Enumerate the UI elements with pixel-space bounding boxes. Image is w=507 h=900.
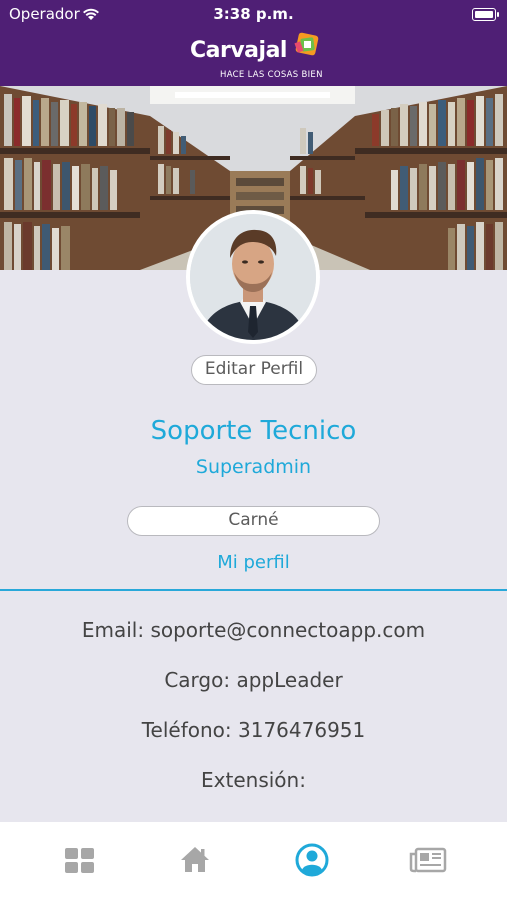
profile-role: Superadmin <box>195 456 312 478</box>
battery-icon <box>472 8 499 21</box>
edit-profile-button[interactable]: Editar Perfil <box>191 355 317 385</box>
profile-name: Soporte Tecnico <box>150 416 357 446</box>
grid-icon[interactable] <box>60 840 100 880</box>
news-icon[interactable] <box>408 840 448 880</box>
logo-tagline: HACE LAS COSAS BIEN <box>220 70 323 80</box>
cargo-text: Cargo: appLeader <box>164 668 343 692</box>
profile-icon[interactable] <box>292 840 332 880</box>
carne-button[interactable]: Carné <box>127 506 380 536</box>
bottom-tab-bar <box>0 822 507 900</box>
home-icon[interactable] <box>175 840 215 880</box>
section-divider <box>0 589 507 591</box>
app-header: Operador 3:38 p.m. Carvajal HACE LAS COS… <box>0 0 507 86</box>
extension-text: Extensión: <box>201 768 306 792</box>
my-profile-link[interactable]: Mi perfil <box>0 552 507 573</box>
status-time: 3:38 p.m. <box>213 5 294 23</box>
telefono-text: Teléfono: 3176476951 <box>141 718 366 742</box>
profile-avatar[interactable] <box>186 210 320 344</box>
status-bar: Operador 3:38 p.m. <box>0 0 507 28</box>
logo-mark-icon <box>294 31 320 61</box>
logo-name: Carvajal <box>190 38 287 63</box>
email-text: Email: soporte@connectoapp.com <box>81 618 426 642</box>
carvajal-logo: Carvajal HACE LAS COSAS BIEN <box>188 30 328 82</box>
